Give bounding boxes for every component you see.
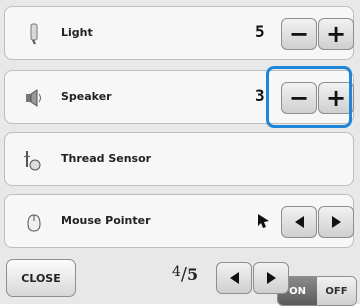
speaker-label: Speaker bbox=[61, 90, 112, 103]
page-current: 4 bbox=[172, 264, 181, 280]
mouse-pointer-prev-button[interactable] bbox=[281, 206, 317, 238]
mouse-icon bbox=[27, 214, 41, 232]
light-minus-button[interactable]: − bbox=[281, 18, 317, 50]
page-prev-button[interactable] bbox=[216, 262, 252, 294]
page-total: 5 bbox=[187, 265, 199, 284]
setting-row-mouse-pointer: Mouse Pointer bbox=[4, 194, 354, 248]
pointer-arrow-icon bbox=[258, 214, 269, 228]
speaker-icon bbox=[26, 89, 41, 107]
page-next-button[interactable] bbox=[253, 262, 289, 294]
light-plus-button[interactable]: + bbox=[318, 18, 354, 50]
thread-sensor-label: Thread Sensor bbox=[61, 152, 152, 165]
setting-row-light: Light 5 − + bbox=[4, 6, 354, 60]
speaker-level: 3 bbox=[255, 86, 265, 105]
light-label: Light bbox=[61, 26, 93, 39]
light-level: 5 bbox=[255, 22, 265, 41]
speaker-controls-highlight bbox=[266, 66, 352, 128]
setting-row-thread-sensor: Thread Sensor ON OFF bbox=[4, 132, 357, 306]
mouse-pointer-label: Mouse Pointer bbox=[61, 214, 151, 227]
thread-sensor-icon bbox=[23, 151, 41, 171]
toggle-off[interactable]: OFF bbox=[317, 277, 356, 305]
light-bulb-icon bbox=[30, 23, 38, 45]
mouse-pointer-next-button[interactable] bbox=[318, 206, 354, 238]
close-button[interactable]: CLOSE bbox=[6, 259, 76, 297]
page-indicator: 4/5 bbox=[172, 264, 199, 285]
thread-sensor-toggle[interactable]: ON OFF bbox=[277, 276, 357, 306]
settings-panel: Light 5 − + Speaker 3 − + Thread Sensor … bbox=[0, 0, 360, 306]
